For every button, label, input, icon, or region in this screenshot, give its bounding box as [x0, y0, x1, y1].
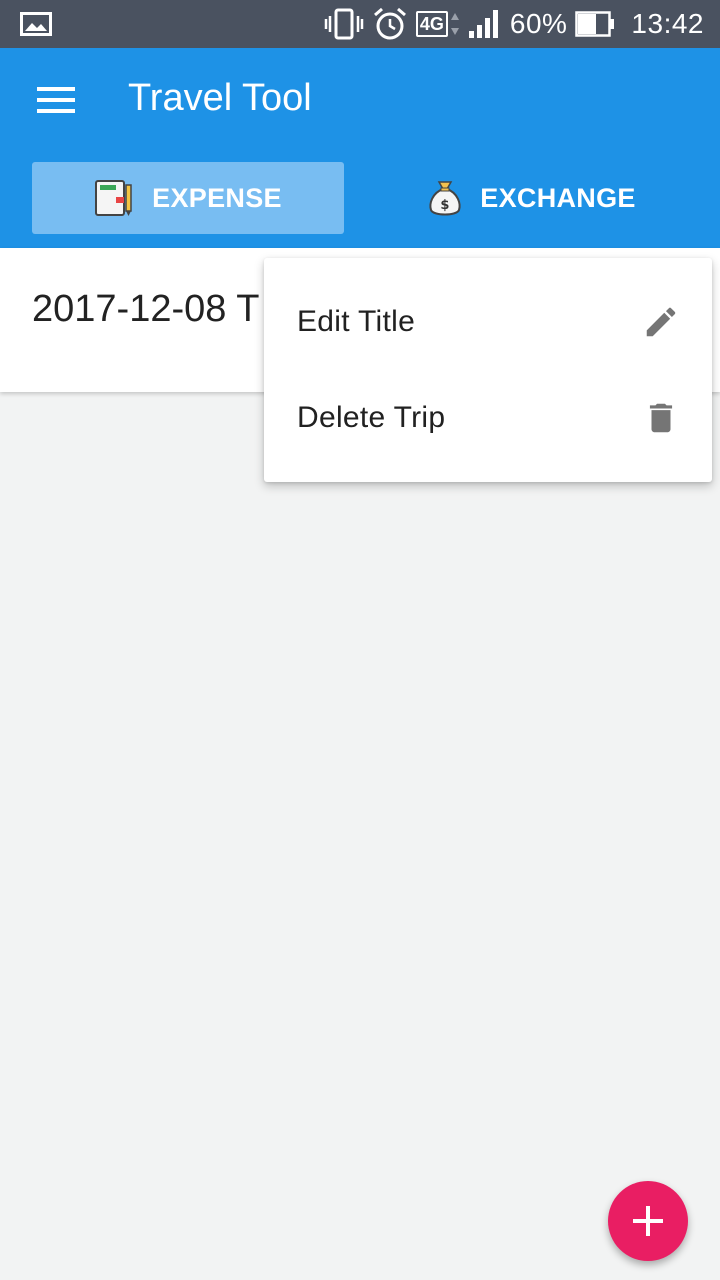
popup-menu: Edit Title Delete Trip [264, 258, 712, 482]
pencil-icon [646, 307, 676, 337]
add-trip-button[interactable] [608, 1181, 688, 1261]
app-bar: Travel Tool EXPENSE $ EXCHANGE [0, 48, 720, 248]
hamburger-menu-icon [37, 87, 75, 113]
signal-icon [468, 10, 498, 38]
plus-icon [633, 1206, 663, 1236]
tab-expense-label: EXPENSE [152, 182, 282, 213]
status-time: 13:42 [631, 8, 704, 39]
trip-title: 2017-12-08 T [32, 288, 260, 330]
network-4g-icon: 4G [415, 11, 460, 37]
tab-expense[interactable]: EXPENSE [32, 162, 344, 234]
trash-icon [649, 403, 673, 433]
money-bag-icon: $ [429, 181, 461, 216]
tab-exchange-label: EXCHANGE [480, 182, 636, 213]
tab-exchange[interactable]: $ EXCHANGE [376, 162, 688, 234]
status-bar: 4G 60% 13:42 [0, 0, 720, 48]
gallery-icon [20, 12, 52, 36]
menu-item-edit-title-label: Edit Title [297, 305, 416, 338]
vibrate-icon [324, 8, 364, 40]
app-title: Travel Tool [128, 77, 312, 119]
menu-button[interactable] [24, 74, 88, 126]
battery-icon [575, 11, 615, 37]
battery-percent: 60% [509, 8, 568, 39]
menu-item-delete-trip-label: Delete Trip [297, 401, 446, 434]
menu-item-delete-trip[interactable]: Delete Trip [264, 370, 712, 466]
network-type-label: 4G [415, 11, 448, 37]
svg-text:$: $ [441, 198, 450, 213]
notebook-icon [95, 180, 132, 216]
alarm-icon [373, 7, 406, 40]
menu-item-edit-title[interactable]: Edit Title [264, 274, 712, 370]
status-icons: 4G 60% 13:42 [324, 0, 704, 48]
data-arrows-icon [450, 13, 459, 35]
